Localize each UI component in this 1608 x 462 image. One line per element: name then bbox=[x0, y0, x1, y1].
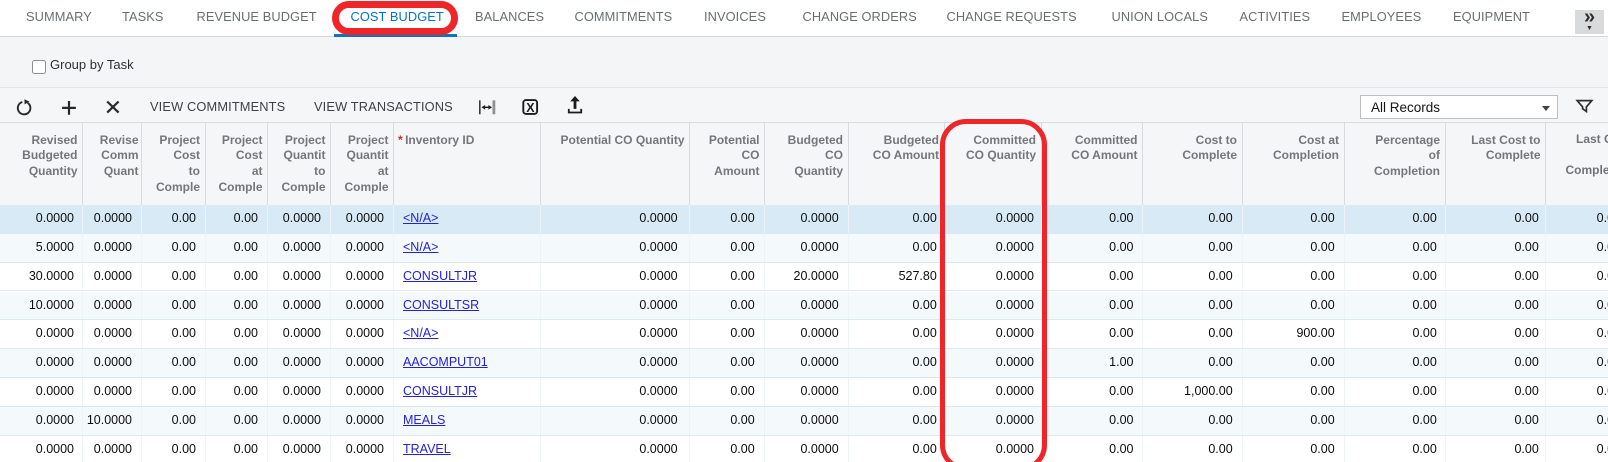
svg-text:X: X bbox=[526, 101, 535, 115]
